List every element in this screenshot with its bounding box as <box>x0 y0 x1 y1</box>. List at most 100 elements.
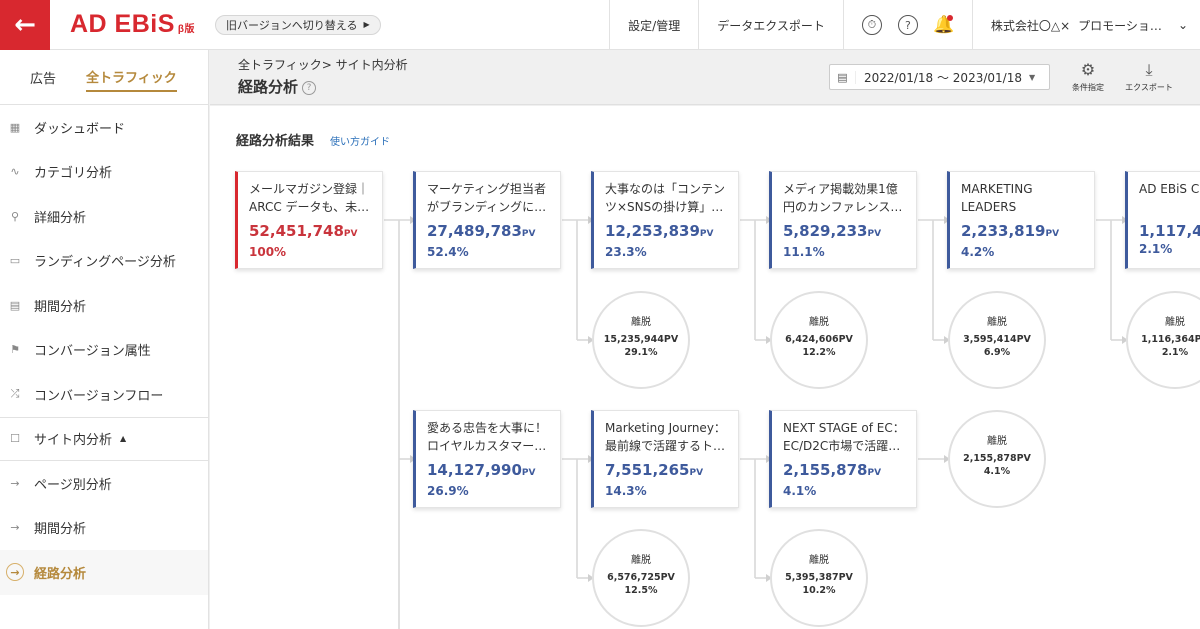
path-node[interactable]: MARKETING LEADERS MEETING：マー… 2,233,819P… <box>947 171 1095 269</box>
node-percent: 11.1% <box>783 245 825 259</box>
path-node[interactable]: Marketing Journey：最前線で活躍するト… 7,551,265PV… <box>591 410 739 508</box>
caret-up-icon: ▲ <box>120 434 127 444</box>
account-company: 株式会社〇△× <box>990 18 1071 33</box>
date-range-picker[interactable]: ▤ 2022/01/18 ～ 2023/01/18 ▼ <box>829 64 1050 90</box>
exit-pv: 1,116,364PV <box>1141 334 1200 345</box>
calendar-icon: ▤ <box>9 298 21 312</box>
tab-all-traffic[interactable]: 全トラフィック <box>86 63 177 92</box>
path-node[interactable]: NEXT STAGE of EC：EC/D2C市場で活躍… 2,155,878P… <box>769 410 917 508</box>
path-node[interactable]: メディア掲載効果1億円のカンファレンス… 5,829,233PV 11.1% <box>769 171 917 269</box>
window-icon: ▭ <box>9 254 21 268</box>
grid-icon: ▦ <box>9 120 21 134</box>
stopwatch-icon[interactable]: ⏱ <box>861 15 882 35</box>
help-icon[interactable]: ? <box>897 15 918 35</box>
sidebar-item-dashboard[interactable]: ▦ ダッシュボード <box>0 105 208 150</box>
node-percent: 2.1% <box>1139 242 1173 256</box>
exit-circle: 離脱 5,395,387PV 10.2% <box>770 529 868 627</box>
pv-unit: PV <box>699 229 714 239</box>
exit-pv: 3,595,414PV <box>963 334 1031 345</box>
data-export-menu[interactable]: データエクスポート <box>698 0 843 50</box>
logo-text: AD EBiS <box>70 10 175 38</box>
exit-percent: 4.1% <box>983 466 1011 477</box>
beta-badge: β版 <box>177 24 196 35</box>
node-title: メディア掲載効果1億円のカンファレンス… <box>783 182 903 214</box>
node-pv: 12,253,839 <box>605 222 700 240</box>
node-pv: 1,117,45 <box>1139 222 1200 240</box>
exit-percent: 10.2% <box>802 585 836 596</box>
flag-icon: ⚑ <box>10 343 20 357</box>
sidebar-item-label: コンバージョンフロー <box>34 388 164 404</box>
node-title: メールマガジン登録｜ARCC データも、未… <box>249 182 370 214</box>
node-pv: 14,127,990 <box>427 461 522 479</box>
path-node[interactable]: マーケティング担当者がブランディングに… 27,489,783PV 52.4% <box>413 171 561 269</box>
account-name: プロモーショ… <box>1078 18 1162 33</box>
path-node[interactable]: 大事なのは「コンテンツ×SNSの掛け算」… 12,253,839PV 23.3% <box>591 171 739 269</box>
logo[interactable]: AD EBiS β版 <box>70 10 195 39</box>
date-range-value: 2022/01/18 ～ 2023/01/18 <box>864 70 1022 85</box>
sidebar-item-path-analysis[interactable]: → 経路分析 <box>0 550 208 595</box>
exit-label: 離脱 <box>987 317 1007 328</box>
sidebar-item-conversion-flow[interactable]: ⤮ コンバージョンフロー <box>0 372 208 417</box>
question-icon[interactable]: ? <box>302 81 317 95</box>
sidebar-item-landing-page[interactable]: ▭ ランディングページ分析 <box>0 239 208 284</box>
gear-icon: ⚙ <box>1080 60 1096 79</box>
exit-percent: 12.5% <box>624 585 658 596</box>
sidebar-group-site-analysis[interactable]: ☐ サイト内分析 ▲ <box>0 416 208 461</box>
breadcrumb[interactable]: 全トラフィック> サイト内分析 <box>238 56 408 73</box>
sidebar-item-page-analysis[interactable]: → ページ別分析 <box>0 461 208 506</box>
arrow-right-icon: → <box>6 563 24 582</box>
shuffle-icon: ⤮ <box>10 387 20 401</box>
sidebar-item-label: ページ別分析 <box>34 477 112 493</box>
sidebar-item-label: サイト内分析 <box>34 433 113 449</box>
node-pv: 27,489,783 <box>427 222 522 240</box>
node-percent: 100% <box>249 245 287 259</box>
pv-unit: PV <box>1045 229 1060 239</box>
exit-label: 離脱 <box>631 555 651 566</box>
sidebar-item-period[interactable]: ▤ 期間分析 <box>0 283 208 328</box>
bell-icon[interactable]: 🔔 <box>933 15 954 35</box>
old-version-label: 旧バージョンへ切り替える <box>226 18 358 32</box>
node-title: NEXT STAGE of EC：EC/D2C市場で活躍… <box>783 421 905 453</box>
path-node[interactable]: 愛ある忠告を大事に！ロイヤルカスタマー… 14,127,990PV 26.9% <box>413 410 561 508</box>
node-title: AD EBiS C 2019 / AD <box>1139 182 1200 196</box>
arrow-right-icon: → <box>10 476 20 490</box>
settings-menu[interactable]: 設定/管理 <box>609 0 698 50</box>
sidebar-item-category[interactable]: ∿ カテゴリ分析 <box>0 150 208 195</box>
sidebar-item-detail[interactable]: ⚲ 詳細分析 <box>0 194 208 239</box>
exit-percent: 29.1% <box>624 347 658 358</box>
exit-percent: 6.9% <box>983 347 1011 358</box>
export-label: エクスポート <box>1125 83 1173 92</box>
download-icon: ⤓ <box>1145 60 1153 79</box>
path-node-root[interactable]: メールマガジン登録｜ARCC データも、未… 52,451,748PV 100% <box>235 171 383 269</box>
back-arrow-icon[interactable]: ← <box>0 0 50 50</box>
chevron-down-icon: ⌄ <box>1177 18 1188 32</box>
exit-pv: 15,235,944PV <box>603 334 679 345</box>
exit-pv: 2,155,878PV <box>963 453 1031 464</box>
sidebar: 広告 全トラフィック ▦ ダッシュボード ∿ カテゴリ分析 ⚲ 詳細分析 ▭ ランディン… <box>0 50 209 629</box>
condition-button[interactable]: ⚙ 条件指定 <box>1063 60 1113 93</box>
path-analysis-panel: 経路分析結果 使い方ガイド メールマガジン登録｜ARCC データも、未… 52,… <box>210 106 1200 629</box>
magnifier-icon: ⚲ <box>10 209 20 223</box>
pv-unit: PV <box>343 229 358 239</box>
exit-circle: 離脱 6,424,606PV 12.2% <box>770 291 868 389</box>
path-node[interactable]: AD EBiS C 2019 / AD 1,117,45 2.1% <box>1125 171 1200 269</box>
sidebar-item-site-period[interactable]: → 期間分析 <box>0 506 208 551</box>
tab-ads[interactable]: 広告 <box>30 64 56 91</box>
sidebar-item-conversion-attr[interactable]: ⚑ コンバージョン属性 <box>0 328 208 373</box>
sidebar-item-label: カテゴリ分析 <box>34 166 113 182</box>
sidebar-item-label: ランディングページ分析 <box>34 255 176 271</box>
exit-circle: 離脱 6,576,725PV 12.5% <box>592 529 690 627</box>
calendar-icon: ▤ <box>830 70 856 84</box>
old-version-switch-button[interactable]: 旧バージョンへ切り替える ▶ <box>215 14 381 35</box>
sidebar-item-label: 経路分析 <box>34 566 87 582</box>
account-menu[interactable]: 株式会社〇△× プロモーショ… ⌄ <box>971 0 1200 50</box>
dropdown-arrow-icon: ▼ <box>1029 72 1036 82</box>
condition-label: 条件指定 <box>1072 83 1104 92</box>
node-percent: 4.1% <box>783 484 817 498</box>
trend-icon: ∿ <box>10 165 20 179</box>
pv-unit: PV <box>521 468 536 478</box>
export-button[interactable]: ⤓ エクスポート <box>1124 60 1174 93</box>
node-title: マーケティング担当者がブランディングに… <box>427 182 547 214</box>
page-title-text: 経路分析 <box>238 78 299 96</box>
pv-unit: PV <box>521 229 536 239</box>
